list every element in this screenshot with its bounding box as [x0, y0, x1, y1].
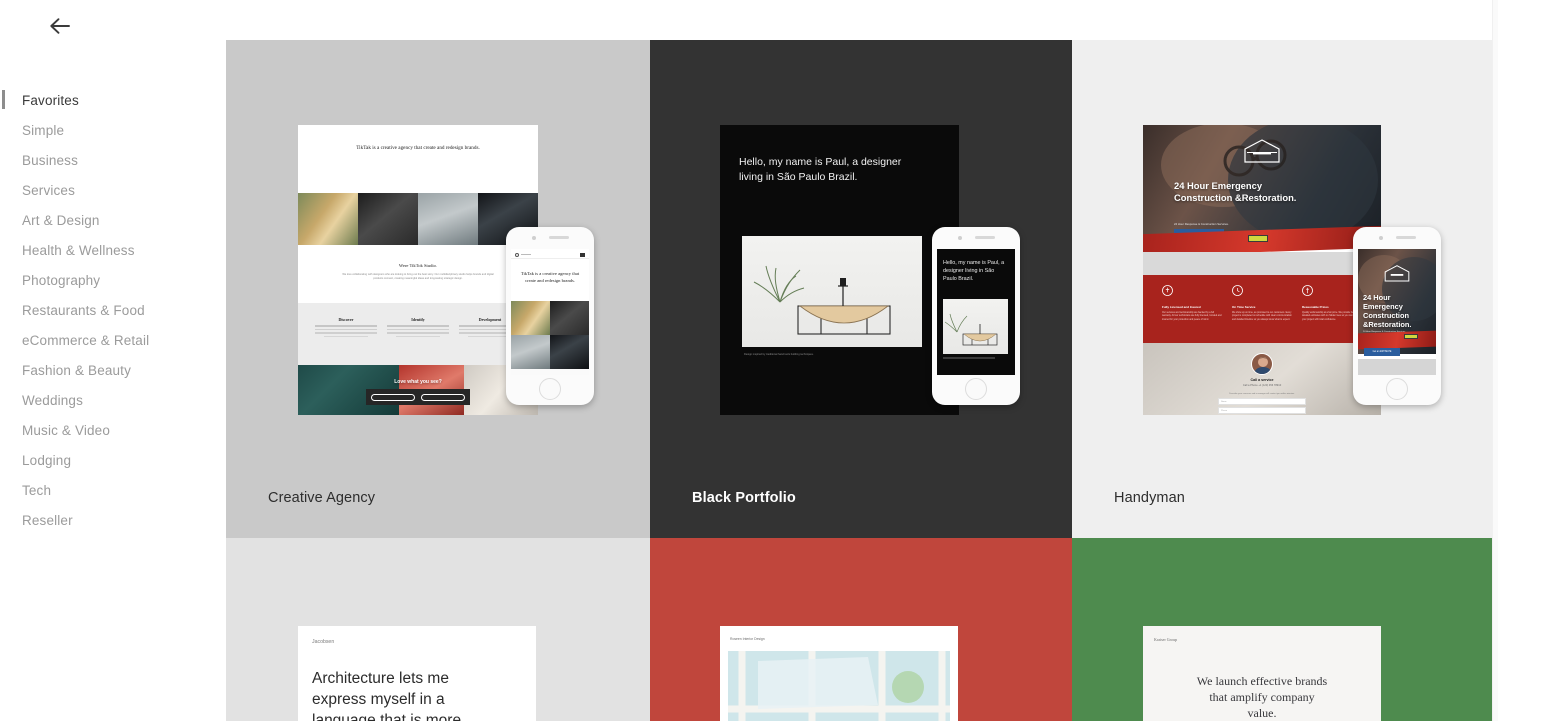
sidebar-item-label: Services [22, 183, 75, 199]
sidebar-item-health-wellness[interactable]: Health & Wellness [0, 236, 226, 266]
phone-mockup: TikTak is a creative agency that create … [506, 227, 594, 405]
preview-subhead: 24 Hour Response & Construction Services… [1174, 222, 1229, 226]
preview-headline: TikTak is a creative agency that create … [356, 145, 480, 151]
desktop-mockup: Jacobsen Architecture lets me express my… [298, 626, 536, 721]
desktop-mockup: TikTak is a creative agency that create … [298, 125, 538, 415]
phone-preview-headline: TikTak is a creative agency that create … [520, 271, 580, 283]
sidebar: Favorites Simple Business Services Art &… [0, 0, 226, 721]
badge-icon [1162, 285, 1173, 296]
preview-form-field-label: Phone [1221, 409, 1228, 412]
sidebar-item-weddings[interactable]: Weddings [0, 386, 226, 416]
preview-brand: Kraiser Group [1154, 637, 1177, 642]
active-indicator [2, 90, 5, 109]
desktop-mockup: Roseen Interior Design [720, 626, 958, 721]
preview-contact-phone: Call a Phone +1 (123) 456 78910 [1242, 384, 1282, 387]
sidebar-item-label: Art & Design [22, 213, 100, 229]
phone-mockup: 24 Hour Emergency Construction &Restorat… [1353, 227, 1441, 405]
preview-headline: We launch effective brands that amplify … [1196, 674, 1328, 720]
preview-feature-body: Our services and workmanship are backed … [1162, 312, 1222, 321]
card-title: Creative Agency [268, 490, 376, 506]
sidebar-item-favorites[interactable]: Favorites [0, 86, 226, 116]
preview-banner-text: Love what you see? [394, 379, 442, 385]
house-logo-icon [1384, 265, 1410, 282]
phone-preview-headline: 24 Hour Emergency Construction &Restorat… [1363, 293, 1412, 329]
template-card-creative-agency[interactable]: TikTak is a creative agency that create … [226, 40, 650, 538]
sidebar-nav: Favorites Simple Business Services Art &… [0, 86, 226, 536]
sidebar-item-photography[interactable]: Photography [0, 266, 226, 296]
sidebar-item-label: Restaurants & Food [22, 303, 145, 319]
phone-home-button [1386, 378, 1408, 400]
sidebar-item-label: Health & Wellness [22, 243, 135, 259]
card-title: Handyman [1114, 490, 1185, 506]
template-card-handyman[interactable]: 24 Hour Emergency Construction &Restorat… [1072, 40, 1492, 538]
sidebar-item-tech[interactable]: Tech [0, 476, 226, 506]
sidebar-item-label: Weddings [22, 393, 83, 409]
template-card-branding[interactable]: Kraiser Group We launch effective brands… [1072, 538, 1492, 721]
preview-feature-body: We show up on time, as promised to our c… [1232, 312, 1292, 321]
preview-caption: Design inspired by traditional hand tool… [744, 353, 814, 356]
template-card-architecture[interactable]: Jacobsen Architecture lets me express my… [226, 538, 650, 721]
back-button[interactable] [42, 8, 78, 44]
preview-feature-title: Identify [411, 317, 425, 322]
scrollbar-track[interactable] [1492, 0, 1498, 721]
preview-feature-title: Discover [338, 317, 354, 322]
sidebar-item-label: Lodging [22, 453, 72, 469]
preview-headline: Hello, my name is Paul, a designer livin… [739, 156, 902, 183]
sidebar-item-label: Reseller [22, 513, 73, 529]
preview-section-title: Were TikTok Studio. [398, 263, 438, 268]
clock-icon [1232, 285, 1243, 296]
card-preview: 24 Hour Emergency Construction &Restorat… [1072, 40, 1492, 538]
sidebar-item-label: eCommerce & Retail [22, 333, 150, 349]
template-card-black-portfolio[interactable]: Hello, my name is Paul, a designer livin… [650, 40, 1072, 538]
phone-home-button [539, 378, 561, 400]
desktop-mockup: 24 Hour Emergency Construction &Restorat… [1143, 125, 1381, 415]
sidebar-item-reseller[interactable]: Reseller [0, 506, 226, 536]
phone-home-button [965, 378, 987, 400]
preview-headline: Architecture lets me express myself in a… [312, 670, 462, 721]
phone-cta-button: Get an ESTIMATE [1364, 348, 1400, 356]
preview-brand: Roseen Interior Design [730, 637, 765, 641]
sidebar-item-label: Business [22, 153, 78, 169]
card-preview: Hello, my name is Paul, a designer livin… [650, 40, 1072, 538]
arrow-left-icon [50, 18, 70, 34]
sidebar-item-lodging[interactable]: Lodging [0, 446, 226, 476]
template-grid: TikTak is a creative agency that create … [226, 40, 1492, 721]
preview-feature-title: Fully Licensed and Insured [1162, 305, 1201, 309]
card-title: Black Portfolio [692, 490, 796, 506]
preview-form-field-label: Name [1221, 400, 1227, 403]
phone-preview-headline: Hello, my name is Paul, a designer livin… [943, 260, 1005, 282]
sidebar-item-label: Photography [22, 273, 101, 289]
preview-feature-title: On Time Service [1232, 305, 1256, 309]
sidebar-item-label: Simple [22, 123, 65, 139]
sidebar-item-business[interactable]: Business [0, 146, 226, 176]
template-browser-screen: Favorites Simple Business Services Art &… [0, 0, 1550, 721]
card-preview: Roseen Interior Design [650, 538, 1072, 721]
preview-headline: 24 Hour Emergency Construction &Restorat… [1174, 180, 1297, 203]
card-preview: Kraiser Group We launch effective brands… [1072, 538, 1492, 721]
phone-mockup: Hello, my name is Paul, a designer livin… [932, 227, 1020, 405]
sidebar-item-restaurants-food[interactable]: Restaurants & Food [0, 296, 226, 326]
card-preview: TikTak is a creative agency that create … [226, 40, 650, 538]
preview-brand: Jacobsen [312, 639, 335, 645]
card-preview: Jacobsen Architecture lets me express my… [226, 538, 650, 721]
sidebar-item-art-design[interactable]: Art & Design [0, 206, 226, 236]
preview-form-note: Describe your concerns and a manager wil… [1229, 393, 1295, 395]
sidebar-item-label: Music & Video [22, 423, 110, 439]
sidebar-item-label: Fashion & Beauty [22, 363, 131, 379]
sidebar-item-ecommerce-retail[interactable]: eCommerce & Retail [0, 326, 226, 356]
sidebar-item-services[interactable]: Services [0, 176, 226, 206]
desktop-mockup: Hello, my name is Paul, a designer livin… [720, 125, 959, 415]
sidebar-item-music-video[interactable]: Music & Video [0, 416, 226, 446]
sidebar-item-label: Tech [22, 483, 52, 499]
sidebar-item-simple[interactable]: Simple [0, 116, 226, 146]
desktop-mockup: Kraiser Group We launch effective brands… [1143, 626, 1381, 721]
price-tag-icon [1302, 285, 1313, 296]
sidebar-item-fashion-beauty[interactable]: Fashion & Beauty [0, 356, 226, 386]
template-card-interior-design[interactable]: Roseen Interior Design [650, 538, 1072, 721]
sidebar-item-label: Favorites [22, 93, 79, 109]
preview-contact-title: Call a service [1250, 378, 1274, 382]
preview-section-body: We love collaborating with designers who… [342, 273, 494, 281]
